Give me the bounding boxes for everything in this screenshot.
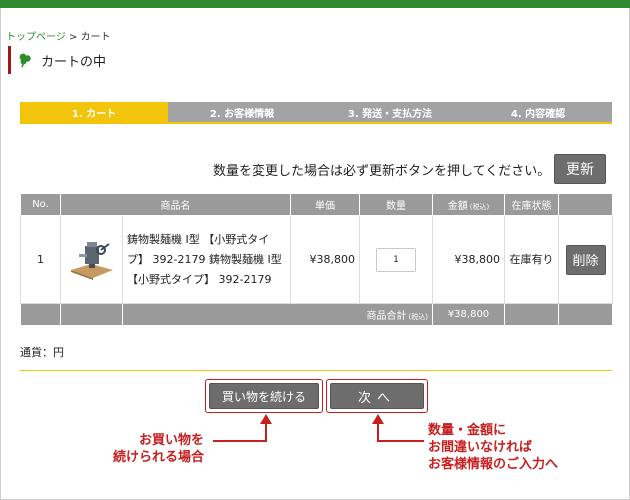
row-stock-status: 在庫有り bbox=[504, 215, 559, 304]
steps-underline bbox=[20, 122, 612, 124]
update-notice: 数量を変更した場合は必ず更新ボタンを押してください。 bbox=[213, 164, 551, 179]
continue-shopping-button[interactable]: 買い物を続ける bbox=[209, 383, 319, 409]
row-quantity-cell: 1 bbox=[359, 215, 433, 304]
step-customer-info: 2. お客様情報 bbox=[168, 102, 316, 122]
cart-table: No. 商品名 単価 数量 金額 (税込) 在庫状態 1 鋳物製麺機 Ⅰ型 【小… bbox=[20, 193, 613, 326]
summary-empty-3 bbox=[504, 303, 559, 326]
summary-empty-4 bbox=[558, 303, 613, 326]
step-shipping-payment: 3. 発送・支払方法 bbox=[316, 102, 464, 122]
quantity-input[interactable]: 1 bbox=[376, 247, 416, 272]
header-product: 商品名 bbox=[60, 193, 291, 216]
step-cart-label: 1. カート bbox=[71, 108, 117, 120]
step-shipping-payment-label: 3. 発送・支払方法 bbox=[347, 108, 433, 120]
header-amount: 金額 (税込) bbox=[432, 193, 505, 216]
clover-leaf-icon bbox=[19, 53, 31, 68]
continue-button-highlight: 買い物を続ける bbox=[205, 379, 323, 413]
table-row: 1 鋳物製麺機 Ⅰ型 【小野式タイプ】 392-2179 鋳物製麺機 Ⅰ型 【小… bbox=[20, 215, 613, 304]
top-accent-bar bbox=[0, 0, 630, 8]
breadcrumb: トップページ > カート bbox=[6, 28, 111, 43]
section-divider bbox=[20, 370, 612, 371]
summary-label: 商品合計 bbox=[366, 311, 407, 322]
next-button[interactable]: 次へ bbox=[330, 383, 424, 409]
delete-button[interactable]: 削除 bbox=[565, 244, 606, 275]
annotation-continue-line1: お買い物を bbox=[139, 433, 205, 448]
step-customer-info-label: 2. お客様情報 bbox=[209, 108, 275, 120]
breadcrumb-home-link[interactable]: トップページ bbox=[6, 32, 66, 43]
annotation-next-line3: お客様情報のご入力へ bbox=[428, 457, 559, 472]
next-button-highlight: 次へ bbox=[326, 379, 428, 413]
step-confirm-label: 4. 内容確認 bbox=[510, 108, 566, 120]
header-amount-label: 金額 bbox=[447, 201, 468, 212]
header-delete bbox=[558, 193, 613, 216]
annotation-next-line2: お間違いなければ bbox=[428, 440, 533, 455]
annotation-continue: お買い物を 続けられる場合 bbox=[113, 432, 204, 466]
row-amount: ¥38,800 bbox=[432, 215, 505, 304]
update-button[interactable]: 更新 bbox=[554, 154, 606, 184]
noodle-machine-thumbnail[interactable] bbox=[67, 236, 117, 280]
annotation-next: 数量・金額に お間違いなければ お客様情報のご入力へ bbox=[428, 422, 558, 473]
row-thumbnail-cell bbox=[60, 215, 123, 304]
summary-row: 商品合計 (税込) ¥38,800 bbox=[20, 303, 613, 326]
table-header-row: No. 商品名 単価 数量 金額 (税込) 在庫状態 bbox=[20, 193, 613, 216]
checkout-steps: 1. カート 2. お客様情報 3. 発送・支払方法 4. 内容確認 bbox=[20, 102, 612, 122]
summary-empty-2 bbox=[60, 303, 123, 326]
annotation-next-line1: 数量・金額に bbox=[428, 423, 507, 438]
page-title: カートの中 bbox=[41, 54, 107, 70]
header-quantity: 数量 bbox=[359, 193, 433, 216]
row-no: 1 bbox=[20, 215, 61, 304]
step-cart: 1. カート bbox=[20, 102, 168, 122]
header-no: No. bbox=[20, 193, 61, 216]
step-confirm: 4. 内容確認 bbox=[464, 102, 612, 122]
summary-empty-1 bbox=[20, 303, 61, 326]
header-stock: 在庫状態 bbox=[504, 193, 559, 216]
breadcrumb-separator: > bbox=[65, 32, 81, 43]
summary-label-cell: 商品合計 (税込) bbox=[122, 303, 433, 326]
page-title-bar: カートの中 bbox=[8, 46, 308, 74]
header-amount-note: (税込) bbox=[469, 203, 490, 211]
summary-note: (税込) bbox=[408, 313, 428, 321]
summary-total: ¥38,800 bbox=[432, 303, 505, 326]
breadcrumb-current: カート bbox=[80, 32, 111, 43]
row-delete-cell: 削除 bbox=[558, 215, 613, 304]
row-product-name[interactable]: 鋳物製麺機 Ⅰ型 【小野式タイプ】 392-2179 鋳物製麺機 Ⅰ型 【小野式… bbox=[122, 215, 291, 304]
header-unit-price: 単価 bbox=[290, 193, 360, 216]
annotation-continue-line2: 続けられる場合 bbox=[113, 450, 205, 465]
row-unit-price: ¥38,800 bbox=[290, 215, 360, 304]
currency-label: 通貨：円 bbox=[20, 346, 64, 359]
